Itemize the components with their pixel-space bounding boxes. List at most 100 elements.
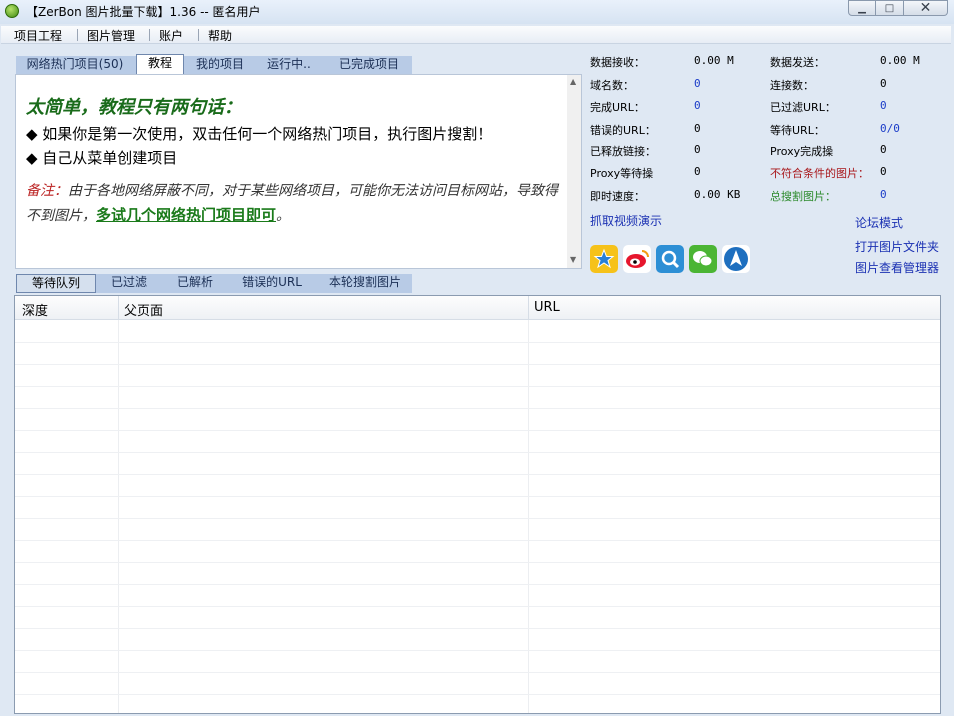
menu-account[interactable]: 账户 <box>159 27 183 44</box>
stat-instant-speed-label: 即时速度： <box>590 190 645 203</box>
video-demo-link[interactable]: 抓取视频演示 <box>590 212 662 229</box>
tab-my-projects[interactable]: 我的项目 <box>188 56 252 74</box>
stat-filtered-url-value: 0 <box>880 99 887 112</box>
menu-bar: 项目工程 图片管理 账户 帮助 <box>1 26 951 44</box>
wechat-icon[interactable] <box>689 245 717 273</box>
close-icon: ✕ <box>919 0 932 16</box>
app-icon <box>5 4 19 18</box>
stat-proxy-waiting-value: 0 <box>694 165 701 178</box>
stat-completed-url-value: 0 <box>694 99 701 112</box>
grid-row-line <box>15 606 940 607</box>
grid-row-line <box>15 408 940 409</box>
grid-row-line <box>15 496 940 497</box>
grid-row-line <box>15 430 940 431</box>
window-title: 【ZerBon 图片批量下载】1.36 -- 匿名用户 <box>26 5 261 19</box>
column-divider[interactable] <box>118 296 119 320</box>
tab-filtered[interactable]: 已过滤 <box>98 274 160 292</box>
forum-mode-link[interactable]: 论坛模式 <box>855 214 903 231</box>
scroll-down-icon[interactable]: ▼ <box>570 255 576 264</box>
menu-project[interactable]: 项目工程 <box>14 27 62 44</box>
stat-domain-count-label: 域名数： <box>590 79 634 92</box>
menu-image-manage[interactable]: 图片管理 <box>87 27 135 44</box>
stat-data-received-value: 0.00 M <box>694 54 734 67</box>
column-depth[interactable]: 深度 <box>22 300 48 319</box>
tutorial-heading: 太简单，教程只有两句话： <box>26 97 242 118</box>
qzone-icon[interactable] <box>590 245 618 273</box>
stat-error-url-value: 0 <box>694 122 701 135</box>
menu-divider <box>198 29 199 41</box>
note-label: 备注： <box>26 183 68 199</box>
tab-hot-projects[interactable]: 网络热门项目(50) <box>16 56 134 74</box>
note-end: 。 <box>276 208 291 224</box>
grid-row-line <box>15 584 940 585</box>
grid-row-line <box>15 650 940 651</box>
tab-parsed[interactable]: 已解析 <box>164 274 226 292</box>
tab-round-images[interactable]: 本轮搜割图片 <box>318 274 412 292</box>
table-header: 深度 父页面 URL <box>15 296 940 320</box>
queue-table[interactable]: 深度 父页面 URL <box>14 295 941 714</box>
grid-row-line <box>15 694 940 695</box>
grid-row-line <box>15 628 940 629</box>
qq-icon[interactable] <box>656 245 684 273</box>
scroll-up-icon[interactable]: ▲ <box>570 77 576 86</box>
maximize-button[interactable]: □ <box>876 0 904 16</box>
tab-error-url[interactable]: 错误的URL <box>230 274 314 292</box>
stat-rejected-images-value: 0 <box>880 165 887 178</box>
project-tabs: 网络热门项目(50) 教程 我的项目 运行中.. 已完成项目 <box>16 54 412 74</box>
column-divider[interactable] <box>528 296 529 320</box>
stat-filtered-url-label: 已过滤URL： <box>770 101 836 114</box>
weibo-icon[interactable] <box>623 245 651 273</box>
grid-row-line <box>15 452 940 453</box>
stat-connections-label: 连接数： <box>770 79 814 92</box>
stat-data-received-label: 数据接收： <box>590 56 645 69</box>
stat-error-url-label: 错误的URL： <box>590 124 656 137</box>
title-bar: 【ZerBon 图片批量下载】1.36 -- 匿名用户 ▁ □ ✕ <box>0 0 954 24</box>
stat-data-sent-value: 0.00 M <box>880 54 920 67</box>
tutorial-line-2: ◆ 自己从菜单创建项目 <box>26 149 178 167</box>
grid-column-line <box>118 320 119 713</box>
image-manager-link[interactable]: 图片查看管理器 <box>855 259 939 276</box>
stat-instant-speed-value: 0.00 KB <box>694 188 741 201</box>
stat-data-sent-label: 数据发送： <box>770 56 825 69</box>
tutorial-note: 备注：由于各地网络屏蔽不同，对于某些网络项目，可能你无法访问目标网站，导致得不到… <box>26 179 561 228</box>
grid-row-line <box>15 342 940 343</box>
tutorial-scrollbar[interactable]: ▲ ▼ <box>567 75 581 268</box>
maximize-icon: □ <box>884 2 895 14</box>
stat-connections-value: 0 <box>880 77 887 90</box>
tutorial-line-1: ◆ 如果你是第一次使用，双击任何一个网络热门项目，执行图片搜割！ <box>26 125 493 143</box>
stat-proxy-done-value: 0 <box>880 143 887 156</box>
menu-divider <box>77 29 78 41</box>
stat-proxy-done-label: Proxy完成操 <box>770 145 834 158</box>
grid-row-line <box>15 364 940 365</box>
stat-total-images-label: 总搜割图片： <box>770 190 836 203</box>
tab-completed[interactable]: 已完成项目 <box>326 56 412 74</box>
tab-tutorial[interactable]: 教程 <box>136 54 184 74</box>
column-url[interactable]: URL <box>534 300 560 315</box>
tab-running[interactable]: 运行中.. <box>256 56 322 74</box>
note-link[interactable]: 多试几个网络热门项目即可 <box>96 206 276 224</box>
tab-waiting-queue[interactable]: 等待队列 <box>16 274 96 293</box>
stat-rejected-images-label: 不符合条件的图片： <box>770 167 869 180</box>
menu-help[interactable]: 帮助 <box>208 27 232 44</box>
menu-divider <box>149 29 150 41</box>
minimize-icon: ▁ <box>858 2 866 14</box>
stat-released-links-label: 已释放链接： <box>590 145 656 158</box>
grid-row-line <box>15 672 940 673</box>
column-parent-page[interactable]: 父页面 <box>124 300 163 319</box>
tutorial-panel: 太简单，教程只有两句话： ◆ 如果你是第一次使用，双击任何一个网络热门项目，执行… <box>15 74 582 269</box>
airplane-icon[interactable] <box>722 245 750 273</box>
queue-tabs: 等待队列 已过滤 已解析 错误的URL 本轮搜割图片 <box>16 274 412 293</box>
open-folder-link[interactable]: 打开图片文件夹 <box>855 238 939 255</box>
grid-row-line <box>15 562 940 563</box>
grid-row-line <box>15 518 940 519</box>
stat-proxy-waiting-label: Proxy等待操 <box>590 167 654 180</box>
grid-row-line <box>15 540 940 541</box>
grid-column-line <box>528 320 529 713</box>
minimize-button[interactable]: ▁ <box>848 0 876 16</box>
grid-row-line <box>15 474 940 475</box>
stat-released-links-value: 0 <box>694 143 701 156</box>
close-button[interactable]: ✕ <box>904 0 948 16</box>
stat-domain-count-value: 0 <box>694 77 701 90</box>
grid-row-line <box>15 386 940 387</box>
stat-waiting-url-value: 0/0 <box>880 122 900 135</box>
